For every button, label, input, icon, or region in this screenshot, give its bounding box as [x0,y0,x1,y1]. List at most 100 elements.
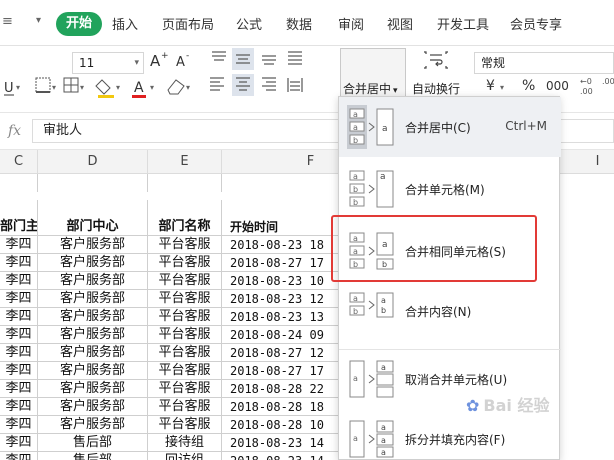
menu-item-merge-content[interactable]: ab ab 合并内容(N) [339,281,561,341]
column-header-c[interactable]: C [0,150,38,174]
menu-item-merge-cells[interactable]: abb a 合并单元格(M) [339,159,561,219]
chevron-down-icon[interactable]: ▾ [80,83,84,92]
header-cell-c[interactable]: 部门主管 [0,218,38,236]
increase-decimal-icon[interactable]: ←0 .00 [580,77,593,96]
font-color-icon[interactable]: A [132,80,146,98]
wrap-text-label[interactable]: 自动换行 [412,80,460,97]
underline-icon[interactable]: U [4,81,14,96]
fill-color-icon[interactable] [95,79,114,98]
table-cell-e[interactable]: 接待组 [148,434,222,452]
cell-style-icon[interactable] [63,77,79,93]
table-cell-d[interactable]: 客户服务部 [38,362,148,380]
chevron-down-icon[interactable]: ▾ [500,83,504,92]
empty-cell[interactable] [148,174,222,192]
align-bottom-icon[interactable] [262,55,276,65]
table-cell-c[interactable]: 李四 [0,434,38,452]
table-cell-d[interactable]: 客户服务部 [38,308,148,326]
table-cell-e[interactable]: 平台客服 [148,398,222,416]
number-format-select[interactable]: 常规 [474,52,614,74]
chevron-down-icon[interactable]: ▾ [393,86,398,96]
empty-cell[interactable] [0,174,38,192]
table-cell-e[interactable]: 平台客服 [148,308,222,326]
currency-icon[interactable]: ¥ [486,78,495,94]
empty-cell[interactable] [38,174,148,192]
border-icon[interactable] [35,77,51,93]
table-cell-e[interactable]: 平台客服 [148,416,222,434]
table-cell-d[interactable]: 客户服务部 [38,416,148,434]
font-size-select[interactable]: 11 ▾ [72,52,144,74]
chevron-down-icon[interactable]: ▾ [186,83,190,92]
table-cell-d[interactable]: 客户服务部 [38,236,148,254]
align-right-icon[interactable] [262,77,276,91]
table-cell-c[interactable]: 李四 [0,308,38,326]
table-cell-c[interactable]: 李四 [0,254,38,272]
align-left-icon[interactable] [210,77,224,91]
header-cell-e[interactable]: 部门名称 [148,218,222,236]
increase-font-icon[interactable]: A + [150,51,169,70]
align-top-icon[interactable] [212,51,226,61]
table-cell-e[interactable]: 平台客服 [148,344,222,362]
table-cell-d[interactable]: 客户服务部 [38,398,148,416]
table-cell-e[interactable]: 平台客服 [148,380,222,398]
decrease-decimal-icon[interactable]: .00 [602,77,614,86]
table-cell-c[interactable]: 李四 [0,272,38,290]
decrease-font-icon[interactable]: A - [176,51,189,70]
table-cell-c[interactable]: 李四 [0,236,38,254]
tab-dev-tools[interactable]: 开发工具 [437,14,489,33]
table-cell-c[interactable]: 李四 [0,452,38,460]
menu-item-merge-center[interactable]: aab a 合并居中(C) Ctrl+M [339,97,561,157]
table-cell-c[interactable]: 李四 [0,380,38,398]
chevron-down-icon[interactable]: ▾ [116,83,120,92]
empty-cell[interactable] [148,200,222,218]
tab-view[interactable]: 视图 [387,14,413,33]
table-cell-e[interactable]: 回访组 [148,452,222,460]
distributed-align-icon[interactable] [287,78,303,92]
wrap-text-icon[interactable] [424,51,448,69]
empty-cell[interactable] [38,200,148,218]
orientation-icon[interactable] [288,51,302,65]
merge-center-label[interactable]: 合并居中 ▾ [343,80,398,97]
table-cell-e[interactable]: 平台客服 [148,254,222,272]
fx-icon[interactable]: fx [8,123,21,139]
chevron-down-icon[interactable]: ▾ [52,83,56,92]
table-cell-e[interactable]: 平台客服 [148,290,222,308]
table-cell-e[interactable]: 平台客服 [148,362,222,380]
table-cell-e[interactable]: 平台客服 [148,236,222,254]
chevron-down-icon[interactable]: ▾ [36,15,41,26]
table-cell-c[interactable]: 李四 [0,290,38,308]
column-header-e[interactable]: E [148,150,222,174]
table-cell-d[interactable]: 客户服务部 [38,290,148,308]
tab-data[interactable]: 数据 [286,14,312,33]
tab-member[interactable]: 会员专享 [510,14,562,33]
tab-start[interactable]: 开始 [56,12,103,36]
table-cell-e[interactable]: 平台客服 [148,326,222,344]
table-cell-c[interactable]: 李四 [0,416,38,434]
table-cell-d[interactable]: 客户服务部 [38,272,148,290]
percent-icon[interactable]: % [522,78,535,94]
chevron-down-icon[interactable]: ▾ [150,83,154,92]
table-cell-d[interactable]: 客户服务部 [38,254,148,272]
tab-formulas[interactable]: 公式 [236,14,262,33]
tab-page-layout[interactable]: 页面布局 [162,14,214,33]
tab-review[interactable]: 审阅 [338,14,364,33]
chevron-down-icon[interactable]: ▾ [16,83,20,92]
table-cell-c[interactable]: 李四 [0,362,38,380]
table-cell-d[interactable]: 客户服务部 [38,344,148,362]
table-cell-d[interactable]: 客户服务部 [38,380,148,398]
empty-cell[interactable] [0,200,38,218]
table-cell-e[interactable]: 平台客服 [148,272,222,290]
table-cell-d[interactable]: 售后部 [38,434,148,452]
table-cell-c[interactable]: 李四 [0,398,38,416]
header-cell-d[interactable]: 部门中心 [38,218,148,236]
comma-style-icon[interactable]: 000 [546,79,569,93]
tab-insert[interactable]: 插入 [112,14,138,33]
menu-item-split-fill[interactable]: a aaa 拆分并填充内容(F) [339,409,561,460]
column-header-d[interactable]: D [38,150,148,174]
column-header-i[interactable]: I [560,150,614,174]
table-cell-d[interactable]: 客户服务部 [38,326,148,344]
more-menu-icon[interactable]: ≡ [2,14,13,29]
table-cell-d[interactable]: 售后部 [38,452,148,460]
table-cell-c[interactable]: 李四 [0,344,38,362]
eraser-icon[interactable] [167,79,185,95]
table-cell-c[interactable]: 李四 [0,326,38,344]
